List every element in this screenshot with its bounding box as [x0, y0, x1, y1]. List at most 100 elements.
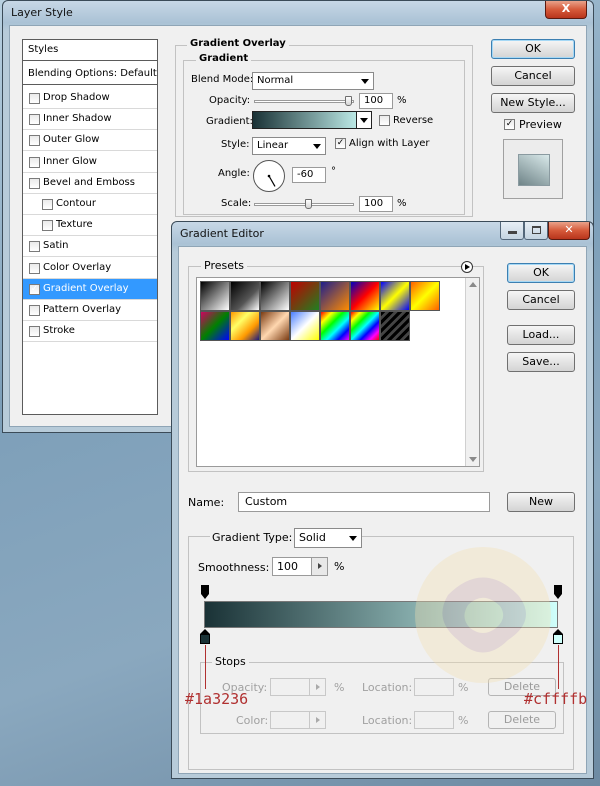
maximize-button[interactable] — [524, 222, 548, 240]
preset-swatch[interactable] — [350, 281, 380, 311]
style-item-checkbox[interactable]: ✓ — [29, 283, 40, 295]
style-item-label: Pattern Overlay — [43, 304, 122, 315]
style-item-checkbox[interactable] — [29, 305, 40, 316]
stop-color-label: Color: — [236, 714, 269, 727]
new-gradient-button[interactable]: New — [507, 492, 575, 512]
scale-slider[interactable] — [254, 203, 354, 206]
style-select[interactable]: Linear — [252, 137, 326, 155]
delete-color-stop-button[interactable]: Delete — [488, 711, 556, 729]
preset-swatch[interactable] — [290, 311, 320, 341]
style-item-satin[interactable]: Satin — [23, 236, 157, 258]
ok-button[interactable]: OK — [491, 39, 575, 59]
style-item-bevel-and-emboss[interactable]: Bevel and Emboss — [23, 173, 157, 194]
scale-slider-thumb[interactable] — [305, 199, 312, 209]
smoothness-input[interactable]: 100 — [272, 557, 312, 576]
style-item-checkbox[interactable] — [29, 156, 40, 168]
stop-color-location-input[interactable] — [414, 711, 454, 729]
preset-swatch[interactable] — [260, 311, 290, 341]
presets-menu-button[interactable] — [461, 261, 473, 273]
preset-swatch[interactable] — [230, 281, 260, 311]
stop-opacity-input[interactable] — [270, 678, 310, 696]
chevron-up-icon[interactable] — [469, 282, 477, 287]
opacity-slider-thumb[interactable] — [345, 96, 352, 106]
blend-mode-select[interactable]: Normal — [252, 72, 374, 90]
preset-swatch[interactable] — [290, 281, 320, 311]
blending-options-item[interactable]: Blending Options: Default — [23, 64, 157, 85]
reverse-checkbox[interactable] — [379, 115, 390, 126]
style-item-checkbox[interactable] — [29, 326, 40, 338]
annotation-line-left — [205, 645, 206, 689]
style-item-checkbox[interactable] — [29, 177, 40, 189]
gradient-preview-swatch[interactable] — [252, 111, 370, 129]
save-button[interactable]: Save... — [507, 352, 575, 372]
blend-mode-label: Blend Mode: — [191, 74, 254, 85]
name-input[interactable]: Custom — [238, 492, 490, 512]
scale-input[interactable]: 100 — [359, 196, 393, 212]
style-item-gradient-overlay[interactable]: ✓ Gradient Overlay — [23, 278, 157, 300]
preset-swatch[interactable] — [320, 281, 350, 311]
preset-swatch[interactable] — [380, 311, 410, 341]
angle-input[interactable]: -60 — [292, 167, 326, 183]
style-item-checkbox[interactable] — [29, 114, 40, 126]
close-button[interactable]: X — [545, 1, 587, 19]
opacity-stop-left[interactable] — [201, 585, 209, 600]
editor-ok-button[interactable]: OK — [507, 263, 575, 283]
style-item-label: Drop Shadow — [43, 92, 110, 103]
presets-scrollbar[interactable] — [465, 278, 479, 466]
style-preview-thumbnail — [503, 139, 563, 199]
style-item-stroke[interactable]: Stroke — [23, 321, 157, 343]
preset-swatch[interactable] — [320, 311, 350, 341]
color-stop-left[interactable] — [200, 629, 210, 645]
maximize-icon — [532, 226, 541, 234]
stop-opacity-stepper[interactable] — [309, 678, 326, 696]
styles-header-label: Styles — [28, 44, 59, 55]
style-item-inner-glow[interactable]: Inner Glow — [23, 152, 157, 173]
chevron-down-icon — [349, 536, 357, 541]
close-button[interactable]: ✕ — [548, 222, 590, 240]
stop-color-location-label: Location: — [362, 714, 413, 727]
cancel-button[interactable]: Cancel — [491, 66, 575, 86]
style-item-inner-shadow[interactable]: Inner Shadow — [23, 109, 157, 131]
styles-header[interactable]: Styles — [23, 40, 157, 61]
style-item-drop-shadow[interactable]: Drop Shadow — [23, 88, 157, 109]
stop-color-stepper[interactable] — [309, 711, 326, 729]
angle-dial[interactable] — [252, 159, 286, 193]
style-item-checkbox[interactable] — [29, 241, 40, 253]
style-item-checkbox[interactable] — [29, 262, 40, 274]
minimize-button[interactable] — [500, 222, 524, 240]
preset-swatch[interactable] — [410, 281, 440, 311]
opacity-input[interactable]: 100 — [359, 93, 393, 109]
style-item-checkbox[interactable] — [29, 135, 40, 147]
new-style-button[interactable]: New Style... — [491, 93, 575, 113]
reverse-label: Reverse — [393, 115, 434, 126]
align-with-layer-checkbox[interactable]: ✓ — [335, 138, 346, 149]
preset-swatch[interactable] — [200, 281, 230, 311]
preset-swatch[interactable] — [350, 311, 380, 341]
stop-color-swatch[interactable] — [270, 711, 310, 729]
style-item-texture[interactable]: Texture — [23, 215, 157, 237]
opacity-slider[interactable] — [254, 100, 354, 103]
close-icon: ✕ — [564, 223, 574, 236]
style-item-pattern-overlay[interactable]: Pattern Overlay — [23, 300, 157, 321]
style-item-color-overlay[interactable]: Color Overlay — [23, 258, 157, 279]
gradient-picker-dropdown[interactable] — [356, 111, 372, 129]
preset-swatch[interactable] — [230, 311, 260, 341]
load-button[interactable]: Load... — [507, 325, 575, 345]
smoothness-stepper[interactable] — [311, 557, 328, 576]
style-item-checkbox[interactable] — [42, 220, 53, 232]
editor-cancel-button[interactable]: Cancel — [507, 290, 575, 310]
preset-swatch[interactable] — [260, 281, 290, 311]
gradient-type-select[interactable]: Solid — [294, 528, 362, 548]
style-item-checkbox[interactable] — [29, 93, 40, 104]
presets-list — [196, 277, 480, 467]
style-item-contour[interactable]: Contour — [23, 194, 157, 215]
preset-swatch[interactable] — [380, 281, 410, 311]
preset-swatch[interactable] — [200, 311, 230, 341]
style-item-outer-glow[interactable]: Outer Glow — [23, 130, 157, 152]
chevron-down-icon[interactable] — [469, 457, 477, 462]
style-item-checkbox[interactable] — [42, 199, 53, 210]
stop-opacity-percent: % — [334, 681, 345, 694]
chevron-down-icon — [360, 118, 368, 123]
preview-checkbox[interactable]: ✓ — [504, 119, 515, 130]
style-item-label: Inner Shadow — [43, 113, 112, 125]
